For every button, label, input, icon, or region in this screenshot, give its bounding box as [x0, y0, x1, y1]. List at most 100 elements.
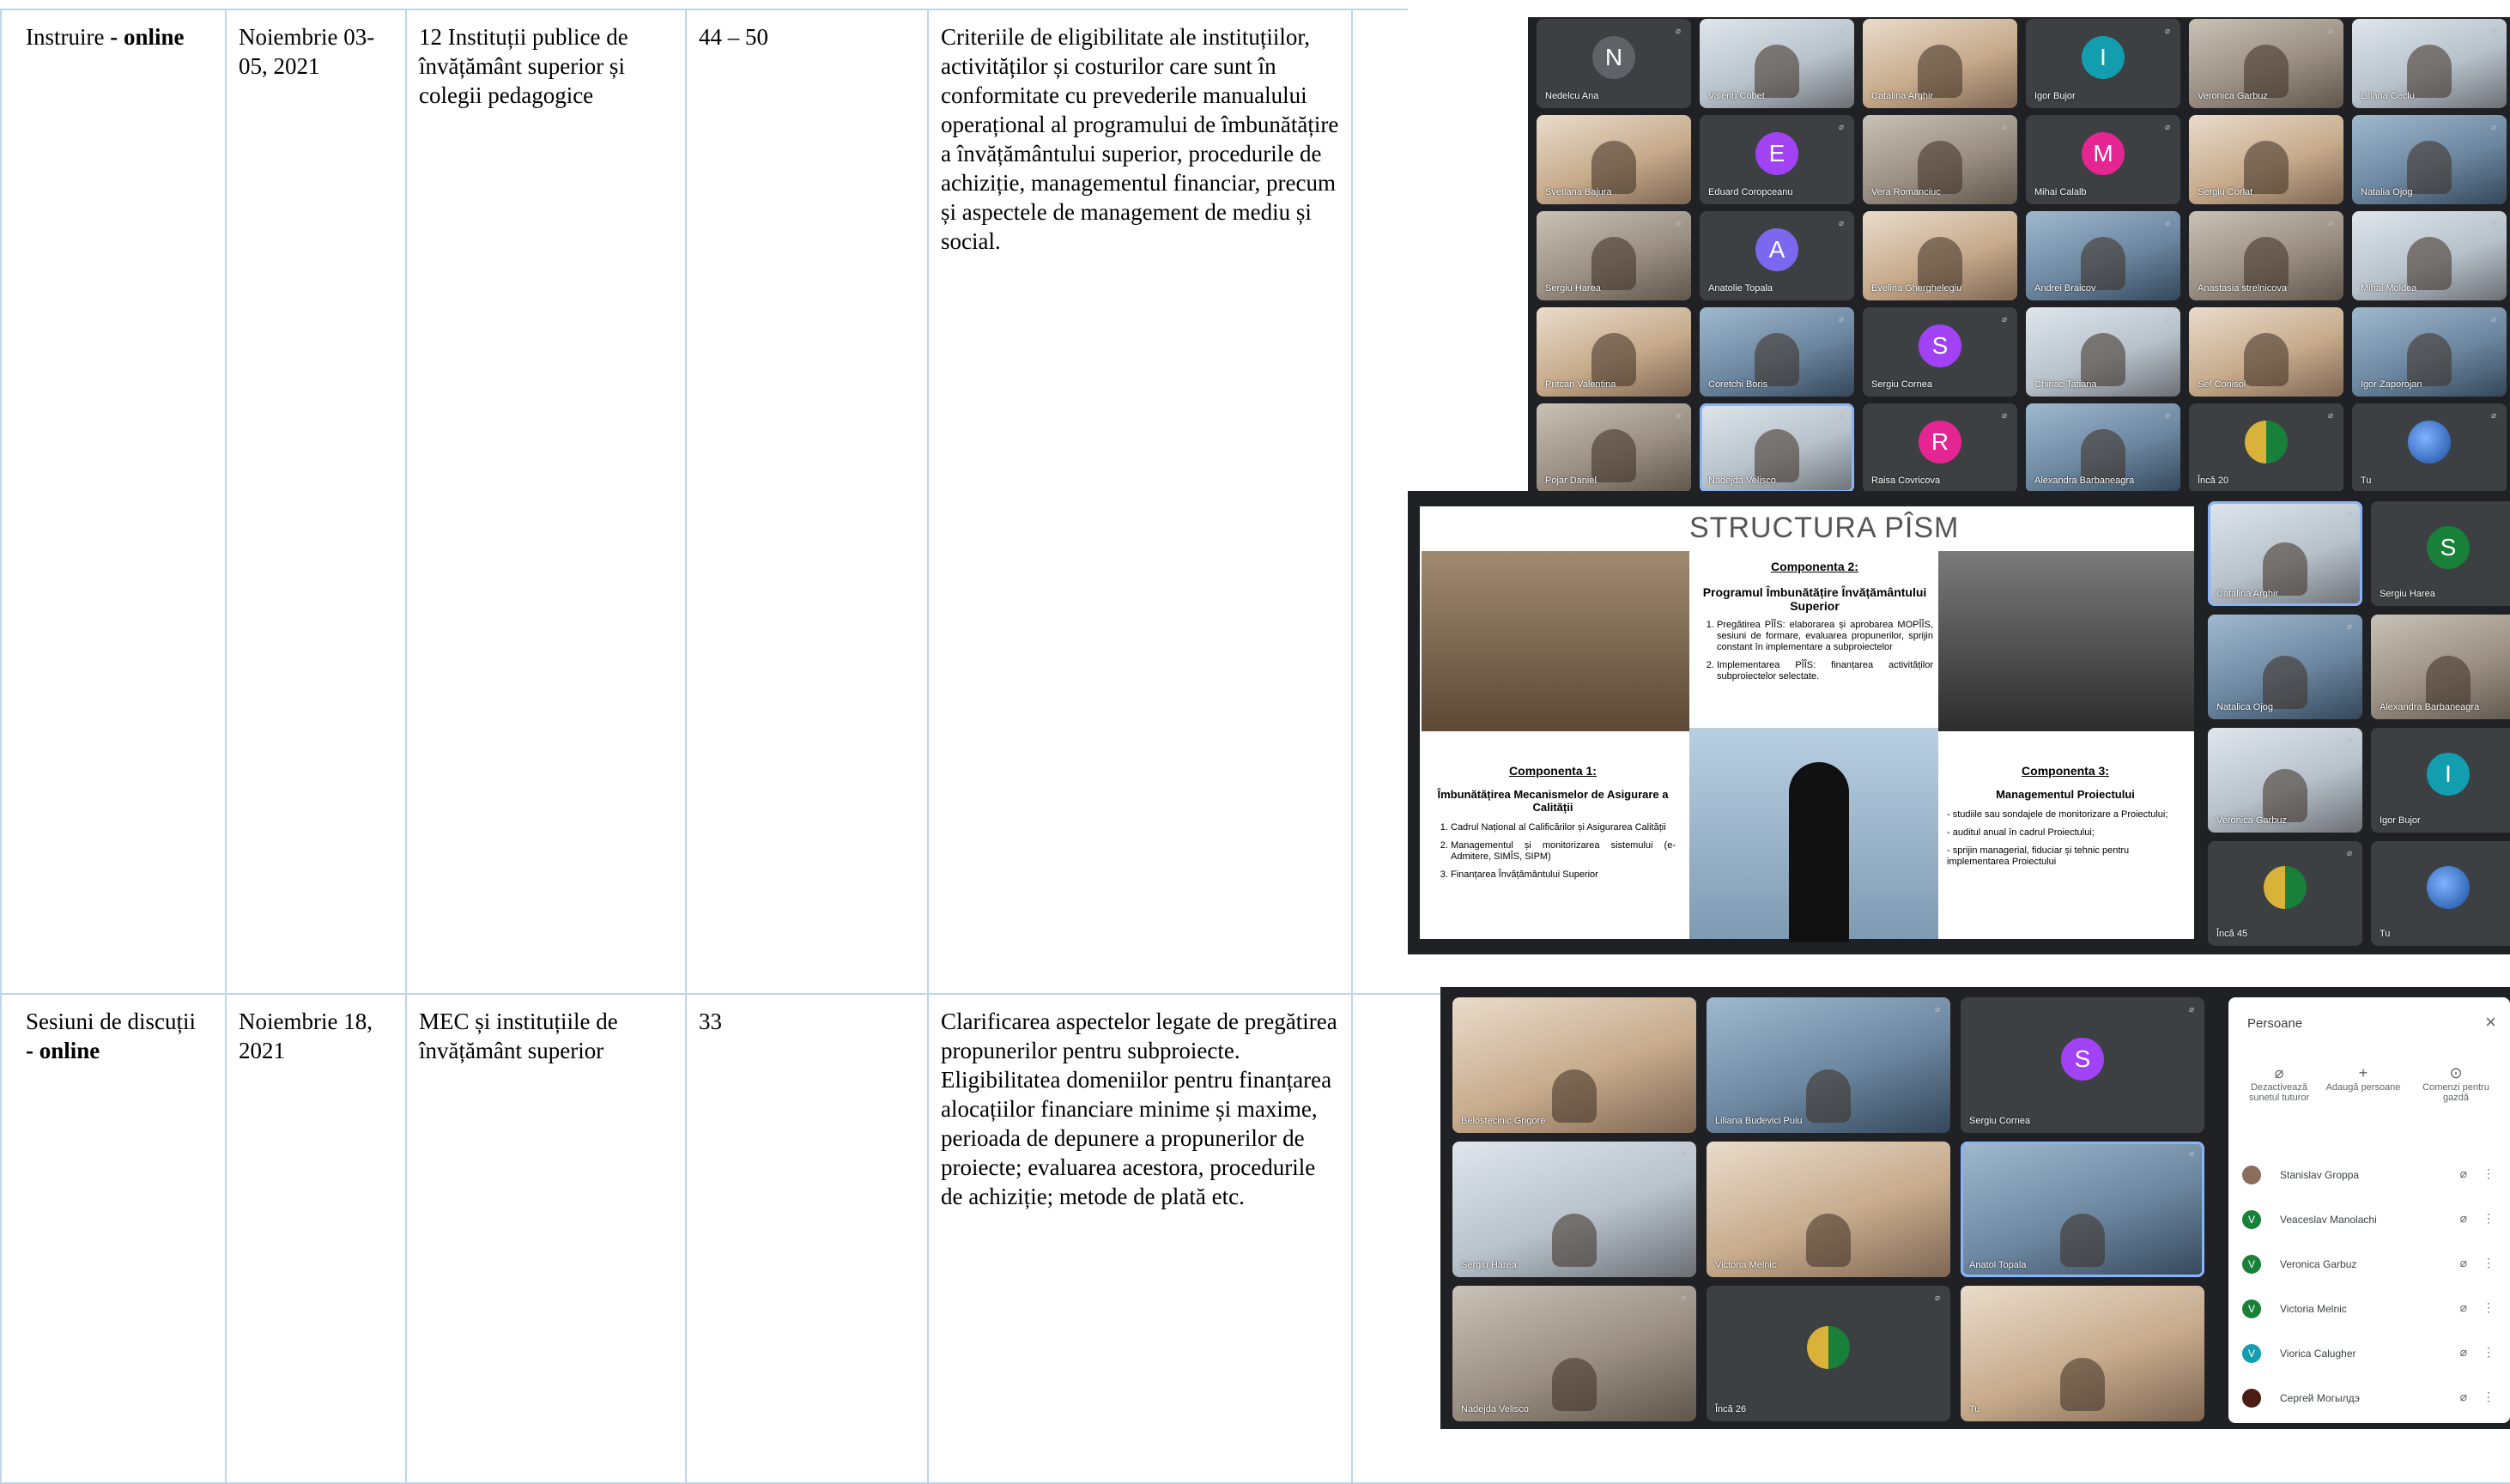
mic-off-icon[interactable]: ⌀ [2460, 1345, 2467, 1360]
participant-name: Tu [2361, 475, 2372, 486]
mic-off-icon[interactable]: ⌀ [2460, 1211, 2467, 1226]
list-item[interactable]: V Veronica Garbuz ⌀ ⋮ [2242, 1246, 2500, 1281]
participant-tile[interactable]: ⌀ Sef Conisol [2189, 307, 2343, 397]
participant-tile[interactable]: ⌀ Victoria Melnic [1707, 1142, 1950, 1277]
close-icon[interactable]: × [2485, 1011, 2496, 1033]
meeting-screenshot-2: ⌀ Belostecinic Grigore ⌀ Liliana Budevici P… [1440, 987, 2510, 1429]
participant-tile[interactable]: ⌀ Evelina Gherghelegiu [1863, 211, 2017, 300]
list-item[interactable]: V Veaceslav Manolachi ⌀ ⋮ [2242, 1202, 2500, 1236]
avatar: V [2242, 1344, 2261, 1363]
participant-tile[interactable]: ⌀ Alexandra Barbaneagra [2026, 403, 2180, 493]
more-options-icon[interactable]: ⋮ [2483, 1345, 2495, 1360]
participant-tile[interactable]: ⌀ Pritcan Valentina [1537, 307, 1691, 397]
participant-tile[interactable]: ⌀ Tu [2371, 841, 2510, 946]
participant-tile[interactable]: R ⌀ Raisa Covricova [1863, 403, 2017, 493]
participant-name: Igor Bujor [2034, 91, 2076, 101]
participant-video [2426, 656, 2471, 709]
participant-tile[interactable]: A ⌀ Anatolie Topala [1700, 211, 1854, 300]
participant-tile[interactable]: ⌀ Nadejda Velisco [1452, 1286, 1696, 1421]
participant-tile[interactable]: ⌀ Andrei Braicov [2026, 211, 2180, 300]
participant-tile[interactable]: I ⌀ Igor Bujor [2026, 19, 2180, 108]
more-participants-avatars [2264, 866, 2307, 909]
participant-tile[interactable]: ⌀ Tu [2352, 403, 2507, 493]
list-item[interactable]: V Victoria Melnic ⌀ ⋮ [2242, 1291, 2500, 1325]
participant-tile[interactable]: ⌀ Valeriu Cobet [1700, 19, 1854, 108]
description-cell: Clarificarea aspectelor legate de pregăt… [927, 993, 1353, 1484]
mic-off-icon: ⌀ [1680, 1293, 1687, 1303]
participant-tile[interactable]: ⌀ Mihai Moldea [2352, 211, 2507, 300]
add-people-button[interactable]: + Adaugă persoane [2325, 1064, 2402, 1093]
participant-tile[interactable]: ⌀ Vera Romanciuc [1863, 115, 2017, 204]
participant-video [2263, 656, 2307, 709]
avatar: S [1919, 324, 1961, 367]
participant-tile[interactable]: ⌀ Sergiu Corlat [2189, 115, 2343, 204]
participant-tile[interactable]: ⌀ Încă 26 [1707, 1286, 1950, 1421]
host-controls-button[interactable]: ⊙ Comenzi pentru gazdă [2417, 1064, 2495, 1103]
list-item[interactable]: Сергей Могылдэ ⌀ ⋮ [2242, 1380, 2500, 1414]
mic-off-icon: ⌀ [2327, 315, 2334, 324]
people-list: Stanislav Groppa ⌀ ⋮ V Veaceslav Manolachi ⌀ ⋮… [2228, 1157, 2510, 1414]
participant-tile[interactable]: ⌀ Igor Zaporojan [2352, 307, 2507, 397]
participants-grid: N ⌀ Nedelcu Ana ⌀ Valeriu Cobet ⌀ Catalina Arg… [1528, 17, 2510, 498]
participant-tile[interactable]: ⌀ Chiriac Tatiana [2026, 307, 2180, 397]
more-options-icon[interactable]: ⋮ [2483, 1256, 2495, 1270]
participant-tile[interactable]: E ⌀ Eduard Coropceanu [1700, 115, 1854, 204]
more-options-icon[interactable]: ⋮ [2483, 1166, 2495, 1181]
participant-tile[interactable]: ⌀ Catalina Arghir [1863, 19, 2017, 108]
list-item[interactable]: V Viorica Calugher ⌀ ⋮ [2242, 1336, 2500, 1370]
participant-tile[interactable]: ⌀ Natalia Ojog [2352, 115, 2507, 204]
participant-tile[interactable]: ⌀ Pojar Daniel [1537, 403, 1691, 493]
more-options-icon[interactable]: ⋮ [2483, 1211, 2495, 1226]
person-name: Viorica Calugher [2280, 1348, 2356, 1360]
participant-tile[interactable]: ⌀ Tu [1961, 1286, 2204, 1421]
participant-tile[interactable]: S ⌀ Sergiu Cornea [1961, 997, 2204, 1133]
avatar: R [1919, 421, 1961, 463]
more-options-icon[interactable]: ⋮ [2483, 1390, 2495, 1404]
mic-off-icon[interactable]: ⌀ [2460, 1166, 2467, 1181]
people-panel-title: Persoane [2247, 1016, 2303, 1031]
participant-tile[interactable]: ⌀ Nadejda Velisco [1700, 403, 1854, 493]
participant-tile[interactable]: ⌀ Sergiu Harea [1452, 1142, 1696, 1277]
date-cell: Noiembrie 18, 2021 [225, 993, 407, 1484]
mic-off-icon[interactable]: ⌀ [2460, 1256, 2467, 1270]
participant-tile[interactable]: S ⌀ Sergiu Cornea [1863, 307, 2017, 397]
mic-off-icon: ⌀ [2001, 123, 2008, 132]
participant-tile[interactable]: ⌀ Coretchi Boris [1700, 307, 1854, 397]
participant-tile[interactable]: ⌀ Alexandra Barbaneagra [2371, 615, 2510, 719]
participant-tile[interactable]: ⌀ Veronica Garbuz [2208, 728, 2362, 833]
participant-video [2407, 237, 2452, 290]
participant-tile[interactable]: S ⌀ Sergiu Harea [2371, 501, 2510, 606]
participant-tile[interactable]: ⌀ Liliana Ceclu [2352, 19, 2507, 108]
participants-cell: MEC și instituțiile de învățământ superi… [405, 993, 687, 1484]
participant-tile[interactable]: ⌀ Catalina Arghir [2208, 501, 2362, 606]
participant-name: Sergiu Harea [2380, 589, 2435, 599]
participant-tile[interactable]: ⌀ Sergiu Harea [1537, 211, 1691, 300]
participant-tile[interactable]: ⌀ Veronica Garbuz [2189, 19, 2343, 108]
mic-off-icon: ⌀ [2490, 219, 2497, 228]
participant-tile[interactable]: ⌀ Belostecinic Grigore [1452, 997, 1696, 1133]
participant-name: Catalina Arghir [1871, 91, 1934, 101]
participant-tile[interactable]: ⌀ Încă 20 [2189, 403, 2343, 493]
mute-all-button[interactable]: ⌀ Dezactivează sunetul tuturor [2240, 1064, 2318, 1103]
participant-tile[interactable]: ⌀ Natalica Ojog [2208, 615, 2362, 719]
participant-name: Igor Bujor [2380, 815, 2421, 826]
participant-tile[interactable]: ⌀ Anastasia strelnicova [2189, 211, 2343, 300]
component-1: Componenta 1: Îmbunătățirea Mecanismelor… [1430, 764, 1676, 881]
mic-off-icon[interactable]: ⌀ [2460, 1390, 2467, 1404]
participant-tile[interactable]: ⌀ Liliana Budevici Puiu [1707, 997, 1950, 1133]
avatar: V [2242, 1299, 2261, 1318]
participant-tile[interactable]: ⌀ Anatol Topala [1961, 1142, 2204, 1277]
mic-off-icon[interactable]: ⌀ [2460, 1300, 2467, 1315]
participant-tile[interactable]: M ⌀ Mihai Calalb [2026, 115, 2180, 204]
mic-off-icon: ⌀ [2001, 219, 2008, 228]
participant-tile[interactable]: ⌀ Svetlana Bajura [1537, 115, 1691, 204]
participant-video [1755, 333, 1799, 386]
list-item[interactable]: Stanislav Groppa ⌀ ⋮ [2242, 1157, 2500, 1191]
participant-tile[interactable]: ⌀ Încă 45 [2208, 841, 2362, 946]
participant-tile[interactable]: I ⌀ Igor Bujor [2371, 728, 2510, 833]
participant-tile[interactable]: N ⌀ Nedelcu Ana [1537, 19, 1691, 108]
people-panel: Persoane × ⌀ Dezactivează sunetul tuturo… [2228, 997, 2510, 1423]
participant-name: Sergiu Cornea [1969, 1116, 2030, 1126]
more-options-icon[interactable]: ⋮ [2483, 1300, 2495, 1315]
participant-video [1918, 45, 1962, 98]
